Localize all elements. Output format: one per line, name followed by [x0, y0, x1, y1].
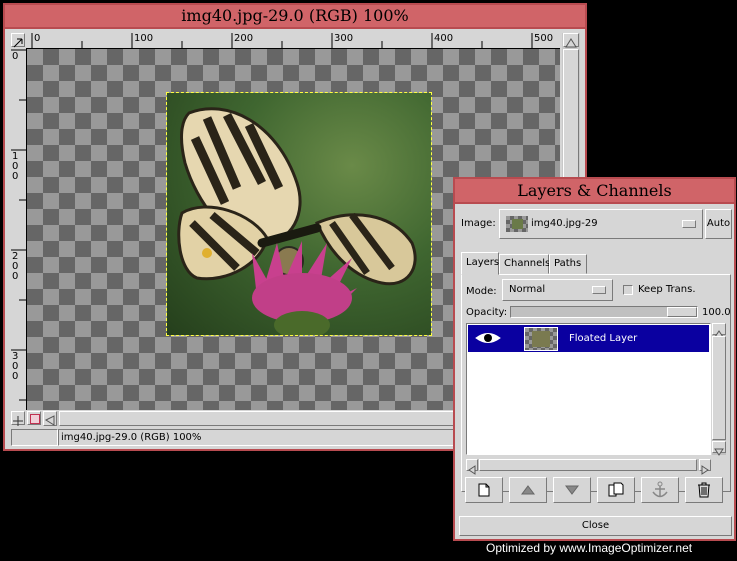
ruler-h-label-200: 200 [234, 33, 254, 44]
ruler-v-label-300: 300 [12, 351, 19, 382]
scroll-up-button[interactable] [563, 33, 579, 48]
layer-list[interactable]: Floated Layer [466, 323, 711, 455]
tab-paths-label: Paths [554, 258, 582, 269]
navigate-icon [13, 416, 23, 426]
list-hscroll-thumb[interactable] [479, 459, 697, 471]
layer-row[interactable]: Floated Layer [468, 325, 709, 352]
arrow-down-icon [714, 448, 724, 456]
arrow-right-icon [701, 465, 709, 475]
status-text: img40.jpg-29.0 (RGB) 100% [61, 432, 202, 443]
list-scroll-up-button[interactable] [712, 323, 726, 338]
ruler-v-label-200: 200 [12, 251, 19, 282]
duplicate-layer-icon [608, 482, 624, 497]
close-button-label: Close [581, 520, 610, 531]
lower-layer-icon [565, 485, 579, 495]
layers-dialog-title: Layers & Channels [517, 181, 672, 200]
list-scroll-left-button[interactable] [466, 459, 478, 475]
anchor-layer-button[interactable] [641, 477, 679, 503]
layers-panel: Mode: Normal Keep Trans. Opacity: 100.0 … [461, 274, 731, 492]
layer-list-hscrollbar[interactable] [466, 459, 711, 475]
tab-channels-label: Channels [504, 258, 551, 269]
list-scroll-right-button[interactable] [699, 459, 711, 475]
layer-thumbnail-picture [532, 331, 550, 347]
quickmask-button[interactable] [27, 411, 41, 425]
scroll-left-button[interactable] [43, 411, 57, 426]
layer-list-vscrollbar[interactable] [712, 323, 726, 456]
list-scroll-down-button[interactable] [712, 441, 726, 456]
status-left-cell [11, 429, 58, 446]
duplicate-layer-button[interactable] [597, 477, 635, 503]
layers-channels-dialog: Layers & Channels Image: img40.jpg-29 Au… [453, 177, 736, 541]
arrow-up-icon [565, 38, 577, 48]
raise-layer-icon [521, 485, 535, 495]
ruler-v-label-0: 0 [12, 51, 19, 62]
horizontal-ruler: 0 100 200 300 400 500 [26, 33, 560, 49]
ruler-h-label-400: 400 [434, 33, 454, 44]
delete-layer-button[interactable] [685, 477, 723, 503]
close-button[interactable]: Close [459, 516, 732, 536]
butterfly-thistle-picture [177, 107, 417, 339]
ruler-h-label-100: 100 [134, 33, 154, 44]
image-thumbnail [506, 216, 528, 232]
image-window-titlebar[interactable]: img40.jpg-29.0 (RGB) 100% [5, 5, 585, 29]
watermark-text: Optimized by www.ImageOptimizer.net [486, 541, 693, 555]
eye-visibility-icon[interactable] [474, 329, 502, 347]
new-layer-button[interactable] [465, 477, 503, 503]
mode-value: Normal [509, 284, 546, 295]
mode-label: Mode: [466, 286, 497, 297]
opacity-label: Opacity: [466, 307, 508, 318]
mode-dropdown[interactable]: Normal [502, 279, 613, 301]
tab-paths[interactable]: Paths [549, 254, 587, 274]
image-select-dropdown[interactable]: img40.jpg-29 [499, 209, 703, 239]
opacity-slider-handle[interactable] [667, 307, 697, 317]
navigate-button[interactable] [11, 411, 25, 426]
keep-trans-checkbox[interactable] [623, 285, 633, 295]
auto-button[interactable]: Auto [705, 209, 732, 239]
layer-thumbnail [524, 327, 558, 351]
lower-layer-button[interactable] [553, 477, 591, 503]
tab-bar: Layers Channels Paths [461, 252, 731, 275]
layers-toolbar [461, 477, 731, 505]
ruler-h-label-0: 0 [34, 33, 41, 44]
list-vscroll-thumb[interactable] [712, 336, 726, 440]
ruler-h-label-500: 500 [534, 33, 554, 44]
ruler-h-label-300: 300 [334, 33, 354, 44]
new-layer-icon [478, 483, 490, 497]
tab-layers[interactable]: Layers [461, 252, 499, 275]
floated-layer-image[interactable] [166, 92, 432, 339]
delete-layer-icon [698, 482, 710, 498]
thumbnail-picture [512, 219, 523, 229]
auto-button-label: Auto [706, 218, 731, 229]
quickmask-icon [30, 414, 40, 424]
tab-channels[interactable]: Channels [499, 254, 551, 274]
keep-trans-label: Keep Trans. [638, 284, 696, 295]
image-select-value: img40.jpg-29 [531, 218, 598, 229]
ruler-h-ticks [31, 33, 533, 48]
image-label: Image: [461, 218, 496, 229]
menu-arrow-button[interactable] [11, 33, 25, 48]
ruler-v-label-100: 100 [12, 151, 19, 182]
anchor-layer-icon [652, 481, 668, 498]
layers-dialog-titlebar[interactable]: Layers & Channels [455, 179, 734, 204]
dropdown-indicator-icon [682, 220, 696, 228]
layer-name: Floated Layer [569, 333, 638, 344]
mode-dropdown-indicator-icon [592, 286, 606, 294]
opacity-value: 100.0 [702, 307, 731, 318]
opacity-slider-track[interactable] [510, 306, 698, 318]
vertical-ruler: 0 100 200 300 [11, 48, 27, 410]
arrow-left-icon [44, 415, 55, 426]
arrow-left-icon [468, 465, 476, 475]
image-window-title: img40.jpg-29.0 (RGB) 100% [181, 6, 409, 25]
tab-layers-label: Layers [466, 257, 500, 268]
raise-layer-button[interactable] [509, 477, 547, 503]
